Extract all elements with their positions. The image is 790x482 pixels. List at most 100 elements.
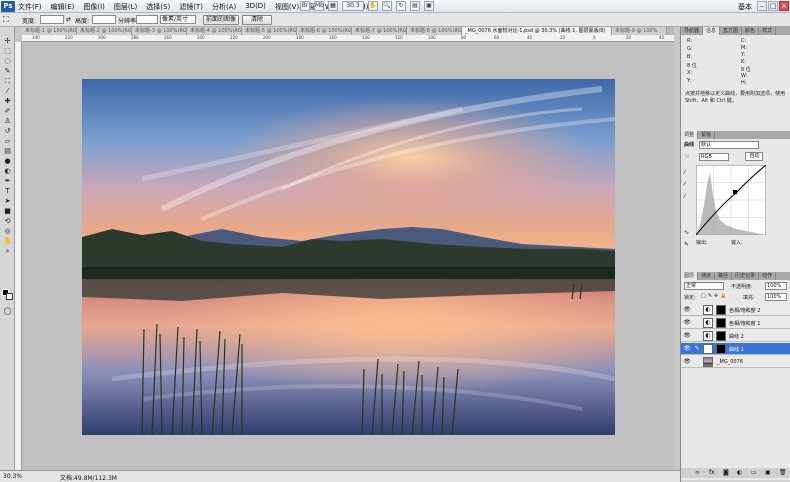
mini-bridge-icon[interactable]: Mb [314,1,324,11]
menu-item[interactable]: 编辑(E) [51,2,75,12]
width-input[interactable] [40,15,64,24]
panel-tab[interactable]: 颜色 [742,27,760,35]
hand-tool-icon[interactable]: ✋ [368,1,378,11]
panel-tab[interactable]: 导航器 [681,27,704,35]
menu-item[interactable]: 文件(F) [18,2,42,12]
eye-icon[interactable]: 👁 [683,306,691,314]
auto-button[interactable]: 自动 [745,152,763,161]
document-tab[interactable]: 未标题-2 @ 100%(RGB/8) [77,27,132,35]
background-color-swatch[interactable] [6,293,13,300]
panel-tab[interactable]: 信息 [703,27,721,35]
screen-mode-icon[interactable]: ▣ [424,1,434,11]
document-tab[interactable]: 未标题-4 @ 100%(RGB/8) [187,27,242,35]
crop-tool-icon[interactable]: ⛶ [3,77,12,85]
new-layer-icon[interactable]: ▣ [765,469,771,476]
clear-button[interactable]: 清除 [242,15,272,25]
layer-row[interactable]: 👁 ◐ 色相/饱和度 1 [681,317,790,329]
document-tab[interactable]: 未标题-7 @ 100%(RGB/8) [352,27,407,35]
eye-icon[interactable]: 👁 [683,332,691,340]
menu-item[interactable]: 滤镜(T) [179,2,203,12]
zoom-tool-icon[interactable]: 🔍 [382,1,392,11]
layer-row[interactable]: 👁 ◐ 曲线 2 [681,330,790,342]
delete-layer-icon[interactable]: 🗑 [779,469,787,476]
eraser-tool-icon[interactable]: ▱ [3,137,12,145]
layer-style-icon[interactable]: fx [709,469,715,476]
panel-tab[interactable]: 历史记录 [732,272,760,280]
3d-orbit-tool-icon[interactable]: ◎ [3,227,12,235]
pencil-curve-icon[interactable]: ✎ [684,241,689,248]
resolution-input[interactable] [136,15,158,24]
bridge-icon[interactable]: Br [300,1,310,11]
curve-point-tool-icon[interactable]: ∿ [684,229,689,236]
panel-tab[interactable]: 通道 [698,272,716,280]
maximize-icon[interactable]: □ [768,1,778,11]
eyedropper-tool-icon[interactable]: ⁄ [3,87,12,95]
panel-tab[interactable]: 动作 [759,272,777,280]
menu-item[interactable]: 图像(I) [83,2,105,12]
document-tab[interactable]: 未标题-3 @ 100%(RGB/8) [132,27,187,35]
document-tab[interactable]: 未标题-8 @ 100%(RGB/8) [407,27,462,35]
close-icon[interactable]: × [779,1,789,11]
new-adjustment-icon[interactable]: ◐ [737,469,742,476]
hand-tool-icon[interactable]: ✋ [3,237,12,245]
type-tool-icon[interactable]: T [3,187,12,195]
arrange-documents-icon[interactable]: ▤ [410,1,420,11]
eye-icon[interactable]: 👁 [683,345,691,353]
eye-icon[interactable]: 👁 [683,319,691,327]
hand-adjust-icon[interactable]: ☜ [684,153,689,160]
layer-row[interactable]: 👁 ◐ 色相/饱和度 2 [681,304,790,316]
quick-mask-icon[interactable]: ◯ [3,307,12,315]
quick-select-tool-icon[interactable]: ✎ [3,67,12,75]
eyedropper-white-icon[interactable]: ⁄ [684,193,685,200]
rotate-view-icon[interactable]: ↻ [396,1,406,11]
fill-input[interactable]: 100% [765,293,787,301]
new-group-icon[interactable]: ▭ [751,469,757,476]
panel-tab[interactable]: 调整 [681,131,699,139]
document-tab[interactable]: 未标题-1 @ 100%(RGB/8) [22,27,77,35]
resolution-unit-select[interactable]: 像素/英寸 [160,15,196,24]
lock-icons[interactable]: ▢✎✢🔒 [701,293,728,299]
panel-tab[interactable]: 蒙版 [698,131,716,139]
panel-tab[interactable]: 路径 [715,272,733,280]
healing-brush-tool-icon[interactable]: ✚ [3,97,12,105]
curves-graph[interactable] [696,165,766,235]
zoom-tool-icon[interactable]: ⌕ [3,247,12,255]
panel-tab[interactable]: 直方图 [720,27,743,35]
history-brush-tool-icon[interactable]: ↺ [3,127,12,135]
menu-item[interactable]: 图层(L) [114,2,137,12]
gradient-tool-icon[interactable]: ▤ [3,147,12,155]
menu-item[interactable]: 3D(D) [245,2,266,12]
path-selection-tool-icon[interactable]: ➤ [3,197,12,205]
add-mask-icon[interactable]: ◙ [723,469,729,476]
blend-mode-select[interactable]: 正常 [684,282,724,290]
document-image[interactable] [82,79,615,435]
crop-tool-preset-icon[interactable]: ⛶ [3,15,15,25]
menu-item[interactable]: 视图(V) [275,2,299,12]
marquee-tool-icon[interactable]: ⬚ [3,47,12,55]
panel-tab[interactable]: 图层 [681,272,699,280]
lasso-tool-icon[interactable]: ◌ [3,57,12,65]
link-layers-icon[interactable]: ∞ [695,469,700,476]
layer-row[interactable]: 👁 ✎ ◐ 曲线 1 [681,343,790,355]
layer-row[interactable]: 👁 _MG_0076 [681,356,790,368]
swap-dimensions-icon[interactable]: ⇄ [66,16,71,23]
zoom-level-dropdown[interactable]: 30.3 [342,1,364,11]
clone-stamp-tool-icon[interactable]: ♙ [3,117,12,125]
menu-item[interactable]: 分析(A) [212,2,236,12]
document-tab[interactable]: 未标题-6 @ 100%(RGB/8) [297,27,352,35]
document-tab[interactable]: 未标题-5 @ 100%(RGB/8) [242,27,297,35]
blur-tool-icon[interactable]: ● [3,157,12,165]
eyedropper-gray-icon[interactable]: ⁄ [684,181,685,188]
curves-preset-select[interactable]: 默认 [699,141,759,149]
front-image-button[interactable]: 前面的图像 [203,15,239,25]
shape-tool-icon[interactable]: ■ [3,207,12,215]
minimize-icon[interactable]: – [757,1,767,11]
document-tab[interactable]: 未标题-9 @ 100% [612,27,667,35]
channel-select[interactable]: RGB [699,153,729,161]
pen-tool-icon[interactable]: ✒ [3,177,12,185]
3d-rotate-tool-icon[interactable]: ⟲ [3,217,12,225]
view-extras-icon[interactable]: ▦ [328,1,338,11]
dodge-tool-icon[interactable]: ◐ [3,167,12,175]
menu-item[interactable]: 选择(S) [146,2,170,12]
document-tab[interactable]: _MG_0076 水面较对比-1.psd @ 30.3% (曲线 1, 图层蒙版… [462,27,612,35]
